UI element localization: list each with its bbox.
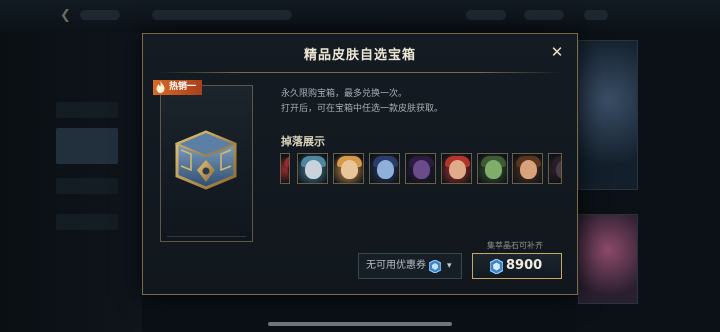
background-sidebar: [0, 32, 142, 332]
drop-skin-blonde[interactable]: [333, 153, 364, 184]
drop-skin-silver-robot[interactable]: [297, 153, 328, 184]
chest-description-line-1: 永久限购宝箱，最多兑换一次。: [281, 89, 408, 99]
fire-icon: [156, 81, 165, 93]
background-currency: [584, 10, 608, 20]
skin-hair: [284, 156, 289, 167]
gem-icon: [429, 260, 441, 273]
background-skin-card: [578, 40, 638, 190]
skin-face: [485, 160, 502, 179]
close-button[interactable]: ✕: [546, 42, 568, 64]
back-arrow-icon: ❮: [60, 8, 71, 23]
drop-skin-green-creature[interactable]: [477, 153, 508, 184]
dialog-title: 精品皮肤自选宝箱: [303, 48, 416, 63]
skin-face: [341, 160, 358, 179]
coupon-selector[interactable]: 无可用优惠券 ▾: [358, 253, 462, 279]
drop-skin-red-hair[interactable]: [441, 153, 472, 184]
drop-skin-warrior[interactable]: [512, 153, 543, 184]
background-top-bar: ❮: [0, 0, 720, 32]
background-sidebar-item-active: [56, 128, 118, 164]
skin-face: [520, 160, 537, 179]
chevron-down-icon: ▾: [447, 261, 452, 271]
drop-skin-partial-right[interactable]: [548, 153, 562, 184]
background-sidebar-item: [56, 214, 118, 230]
skin-face: [556, 160, 561, 179]
skin-face: [377, 160, 394, 179]
background-currency: [466, 10, 506, 20]
coupon-label: 无可用优惠券: [366, 260, 426, 271]
background-skin-card: [578, 214, 638, 304]
drops-showcase-row: [280, 153, 570, 185]
title-divider: [157, 72, 561, 73]
skin-chest-dialog: 精品皮肤自选宝箱 ✕ 热销一 永久限购宝箱，最多兑换一次。 打开后，可在宝箱中任…: [142, 33, 578, 295]
skin-face: [449, 160, 466, 179]
background-breadcrumb: [152, 10, 292, 20]
background-currency: [524, 10, 564, 20]
drop-skin-dark-assassin[interactable]: [405, 153, 436, 184]
hextech-chest-icon: [175, 130, 237, 190]
background-sidebar-item: [56, 102, 118, 118]
drop-skin-yordle[interactable]: [369, 153, 400, 184]
home-indicator[interactable]: [268, 322, 452, 326]
blue-essence-gem-icon: [490, 259, 503, 274]
chest-description-line-2: 打开后，可在宝箱中任选一款皮肤获取。: [281, 104, 444, 114]
purchase-button[interactable]: 8900: [472, 253, 562, 279]
gem-topup-note: 集萃晶石可补齐: [487, 241, 543, 250]
price-amount: 8900: [506, 258, 543, 273]
background-nav-label: [80, 10, 120, 20]
drops-showcase-title: 掉落展示: [281, 135, 325, 148]
skin-face: [413, 160, 430, 179]
background-sidebar-item: [56, 178, 118, 194]
skin-face: [305, 160, 322, 179]
drop-skin-partial[interactable]: [280, 153, 290, 184]
